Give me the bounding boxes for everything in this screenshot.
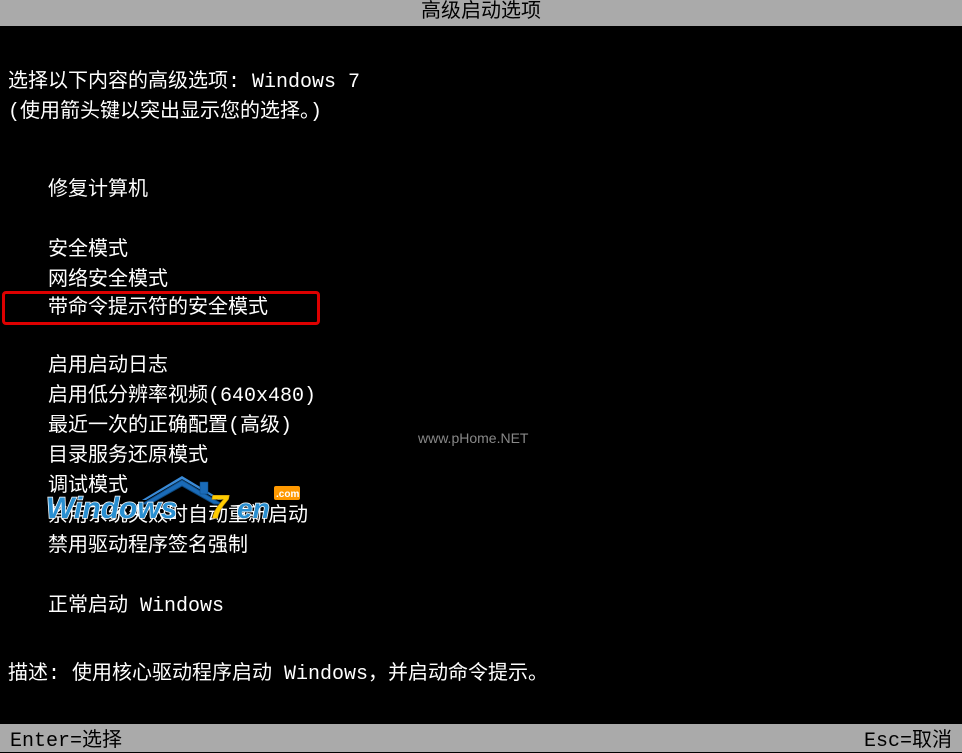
logo-text-en: en: [237, 493, 270, 524]
intro-hint: (使用箭头键以突出显示您的选择。): [8, 98, 962, 128]
menu-low-res[interactable]: 启用低分辨率视频(640x480): [48, 382, 962, 412]
menu-safe-mode[interactable]: 安全模式: [48, 236, 962, 266]
spacer: [48, 562, 962, 592]
logo-text-windows: Windows: [46, 492, 177, 525]
spacer: [48, 206, 962, 236]
watermark-windows7en-logo: Windows 7 en .com: [42, 476, 302, 526]
description-prefix: 描述:: [8, 663, 72, 686]
menu-safe-mode-cmd[interactable]: 带命令提示符的安全模式: [48, 294, 962, 324]
menu-boot-log[interactable]: 启用启动日志: [48, 352, 962, 382]
menu-normal-start[interactable]: 正常启动 Windows: [48, 592, 962, 622]
menu-dsrm[interactable]: 目录服务还原模式: [48, 442, 962, 472]
description-text: 使用核心驱动程序启动 Windows，并启动命令提示。: [72, 663, 548, 686]
windows7en-logo-svg: Windows 7 en .com: [42, 476, 302, 526]
menu-safe-mode-cmd-wrapper[interactable]: 带命令提示符的安全模式: [0, 294, 962, 324]
spacer: [48, 322, 962, 352]
footer-bar: Enter=选择 Esc=取消: [0, 724, 962, 752]
menu-safe-mode-network[interactable]: 网络安全模式: [48, 266, 962, 296]
menu-disable-driver-sig[interactable]: 禁用驱动程序签名强制: [48, 532, 962, 562]
footer-esc: Esc=取消: [864, 723, 952, 753]
logo-dotcom-text: .com: [276, 489, 299, 500]
boot-menu[interactable]: 修复计算机 安全模式 网络安全模式 带命令提示符的安全模式 启用启动日志 启用低…: [48, 176, 962, 622]
os-name: Windows 7: [252, 71, 360, 94]
description-line: 描述: 使用核心驱动程序启动 Windows，并启动命令提示。: [8, 660, 962, 690]
watermark-phome: www.pHome.NET: [418, 430, 528, 446]
footer-enter: Enter=选择: [10, 723, 122, 753]
intro-line1: 选择以下内容的高级选项: Windows 7: [8, 68, 962, 98]
menu-repair-computer[interactable]: 修复计算机: [48, 176, 962, 206]
content-area: 选择以下内容的高级选项: Windows 7 (使用箭头键以突出显示您的选择。)…: [0, 68, 962, 690]
logo-text-7: 7: [210, 489, 230, 525]
title-bar: 高级启动选项: [0, 0, 962, 26]
intro-prefix: 选择以下内容的高级选项:: [8, 71, 252, 94]
title-text: 高级启动选项: [421, 1, 541, 24]
